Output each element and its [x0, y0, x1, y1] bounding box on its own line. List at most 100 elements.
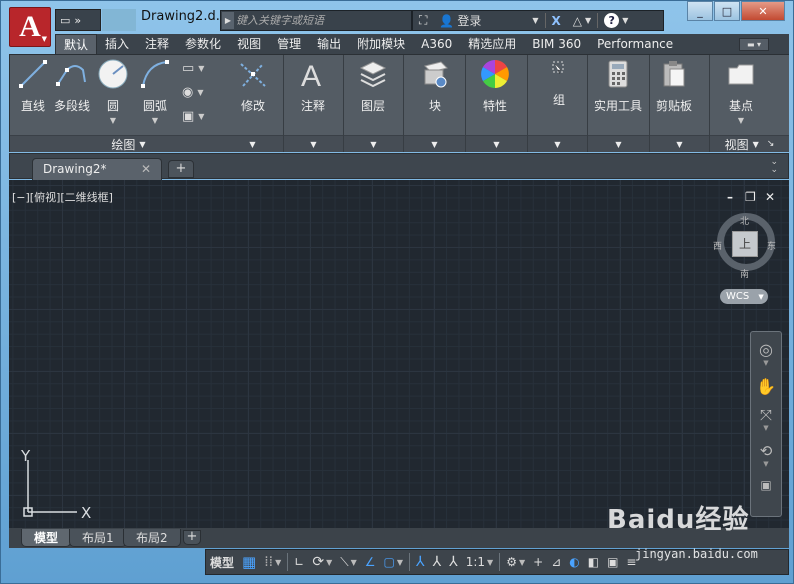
viewport-close-icon[interactable]: ✕ [765, 190, 775, 204]
base-point-button[interactable]: 基点 ▼ [724, 57, 758, 125]
zoom-extents-icon[interactable]: ⤧ [760, 406, 772, 424]
tab-default[interactable]: 默认 [55, 34, 98, 54]
layers-button[interactable]: 图层 [356, 57, 390, 114]
viewcube-top-face[interactable]: 上 [732, 231, 758, 257]
clean-screen-toggle[interactable]: ▣ [603, 550, 622, 574]
rectangle-tool[interactable]: ▭ ▼ [182, 59, 216, 77]
chevron-down-icon[interactable]: ▼ [763, 424, 768, 432]
tab-manage[interactable]: 管理 [269, 34, 309, 54]
annotation-panel-expander[interactable]: ▼ [284, 135, 343, 152]
osnap-toggle[interactable]: ▢ ▼ [380, 550, 408, 574]
boundary-tool[interactable]: ▣ ▼ [182, 107, 216, 125]
auto-scale-toggle[interactable]: ⅄ [429, 550, 446, 574]
polar-toggle[interactable]: ⟳ ▼ [308, 550, 336, 574]
close-tab-icon[interactable]: ✕ [141, 159, 151, 179]
layers-panel-expander[interactable]: ▼ [344, 135, 403, 152]
units-toggle[interactable]: ⊿ [547, 550, 565, 574]
workspace-switch[interactable]: ⚙ ▼ [502, 550, 529, 574]
clipboard-panel-expander[interactable]: ▼ [650, 135, 709, 152]
file-tab-drawing2[interactable]: Drawing2* ✕ [32, 158, 162, 180]
block-panel-expander[interactable]: ▼ [404, 135, 465, 152]
isodraft-toggle[interactable]: ⟍ ▼ [336, 550, 361, 574]
search-expand-icon[interactable]: ▶ [222, 12, 234, 29]
compass-east[interactable]: 东 [767, 239, 776, 252]
tab-parametric[interactable]: 参数化 [177, 34, 229, 54]
modify-button[interactable]: 修改 [236, 57, 270, 114]
viewport-controls-label[interactable]: [−][俯视][二维线框] [12, 189, 113, 205]
double-chevron-down-icon[interactable]: ⌄ ⌄ [770, 158, 778, 175]
compass-north[interactable]: 北 [740, 214, 749, 227]
hatch-tool[interactable]: ◉ ▼ [182, 83, 216, 101]
annotation-scale-toggle[interactable]: ⅄ [445, 550, 462, 574]
properties-panel-expander[interactable]: ▼ [466, 135, 527, 152]
modify-panel-expander[interactable]: ▼ [222, 135, 283, 152]
grid-toggle[interactable]: ▦ [238, 550, 260, 574]
minimize-button[interactable]: _ [687, 1, 713, 21]
chevron-down-icon[interactable]: ▼ [763, 359, 768, 367]
hardware-acceleration-toggle[interactable]: ◐ [565, 550, 583, 574]
utilities-panel-expander[interactable]: ▼ [588, 135, 649, 152]
compass-south[interactable]: 南 [740, 267, 749, 280]
snap-toggle[interactable]: ⁞⁞ ▼ [260, 550, 285, 574]
draw-panel-title[interactable]: 绘图 ▼ [10, 135, 247, 152]
scale-dropdown[interactable]: 1:1 ▼ [462, 550, 497, 574]
utilities-button[interactable]: 实用工具 [594, 57, 642, 114]
group-panel-expander[interactable]: ▼ [528, 135, 587, 152]
polyline-button[interactable]: 多段线 [54, 57, 90, 114]
block-button[interactable]: 块 [418, 57, 452, 114]
help-button[interactable]: ? ▼ [598, 11, 634, 30]
search-box[interactable]: ▶ [220, 10, 412, 31]
search-input[interactable] [236, 12, 408, 29]
tab-output[interactable]: 输出 [309, 34, 349, 54]
view-panel-title[interactable]: 视图 ▼ ↘ [710, 135, 789, 152]
layout-tab-model[interactable]: 模型 [21, 529, 72, 547]
properties-button[interactable]: 特性 [478, 57, 512, 114]
a360-button[interactable]: △ ▼ [567, 11, 597, 30]
close-button[interactable]: ✕ [741, 1, 785, 21]
annotation-button[interactable]: A 注释 [296, 57, 330, 114]
tab-addins[interactable]: 附加模块 [349, 34, 413, 54]
dialog-launcher-icon[interactable]: ↘ [767, 139, 775, 149]
tab-view[interactable]: 视图 [229, 34, 269, 54]
tab-performance[interactable]: Performance [589, 34, 681, 54]
model-space-button[interactable]: 模型 [206, 550, 238, 574]
ortho-toggle[interactable]: ∟ [290, 550, 308, 574]
tab-insert[interactable]: 插入 [97, 34, 137, 54]
arc-button[interactable]: 圆弧 ▼ [138, 57, 172, 125]
layout-tab-layout1[interactable]: 布局1 [69, 529, 127, 547]
tab-annotate[interactable]: 注释 [137, 34, 177, 54]
viewport-restore-icon[interactable]: ❐ [745, 190, 756, 204]
new-file-tab-button[interactable]: + [168, 160, 194, 178]
tab-featured-apps[interactable]: 精选应用 [460, 34, 524, 54]
layout-tab-layout2[interactable]: 布局2 [123, 529, 181, 547]
compass-west[interactable]: 西 [713, 239, 722, 252]
circle-button[interactable]: 圆 ▼ [96, 57, 130, 125]
quick-access-toolbar[interactable]: ▭ » [55, 9, 101, 31]
chevron-down-icon[interactable]: ▼ [763, 460, 768, 468]
pan-hand-icon[interactable]: ✋ [756, 377, 776, 396]
showmotion-icon[interactable]: ▣ [760, 478, 771, 492]
ribbon-minimize-button[interactable]: ▬ ▾ [739, 38, 769, 51]
more-tools-icon[interactable]: » [74, 14, 81, 27]
steering-wheel-icon[interactable]: ◎ [759, 340, 773, 359]
viewport-minimize-icon[interactable]: – [727, 190, 733, 204]
application-menu-button[interactable]: A ▼ [9, 7, 51, 47]
line-button[interactable]: 直线 [16, 57, 50, 114]
tab-bim360[interactable]: BIM 360 [524, 34, 589, 54]
orbit-icon[interactable]: ⟲ [760, 442, 773, 460]
new-file-icon[interactable]: ▭ [60, 14, 70, 27]
isolate-objects-toggle[interactable]: ◧ [584, 550, 603, 574]
osnap-tracking-toggle[interactable]: ∠ [361, 550, 380, 574]
add-layout-button[interactable]: + [183, 530, 201, 545]
binoculars-search-button[interactable]: ⛶ [413, 11, 433, 30]
clipboard-button[interactable]: 剪贴板 [656, 57, 692, 114]
tab-a360[interactable]: A360 [413, 34, 460, 54]
restore-button[interactable]: □ [714, 1, 740, 21]
drawing-area[interactable]: [−][俯视][二维线框] – ❐ ✕ 上 北 南 东 西 WCS ▼ ◎ ▼ … [9, 180, 789, 528]
wcs-menu[interactable]: WCS ▼ [720, 289, 768, 304]
group-button[interactable]: 组 [542, 57, 576, 108]
annotation-visibility-toggle[interactable]: ⅄ [412, 550, 429, 574]
annotation-monitor[interactable]: + [529, 550, 547, 574]
login-button[interactable]: 👤 登录 ▼ [433, 11, 544, 30]
exchange-apps-button[interactable]: X [546, 11, 567, 30]
